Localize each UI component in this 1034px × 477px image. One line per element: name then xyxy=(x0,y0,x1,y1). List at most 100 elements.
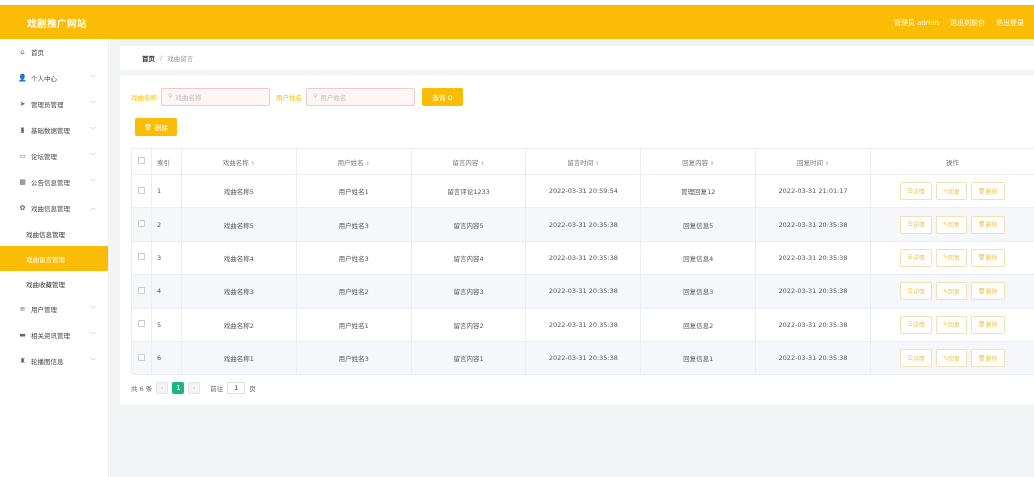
user-name-input[interactable]: ⚲ 用户姓名 xyxy=(306,87,415,106)
reply-button[interactable]: ✎ 回复 xyxy=(935,182,967,201)
row-checkbox[interactable] xyxy=(137,320,145,328)
flower-icon: ✿ xyxy=(19,204,26,212)
table-cell: 6 xyxy=(151,341,182,376)
prev-page-button[interactable]: ‹ xyxy=(156,382,169,394)
table-row: 2 戏曲名称5 用户姓名3 留言内容5 2022-03-31 20:35:38 回复信息5… xyxy=(131,207,1034,242)
table-row: 1 戏曲名称5 用户姓名1 留言评论1233 2022-03-31 20:59:54 管理… xyxy=(131,174,1034,209)
table-cell: 用户姓名3 xyxy=(296,241,412,276)
table-cell: 戏曲名称1 xyxy=(181,341,297,376)
delete-button[interactable]: 🗑 删除 xyxy=(970,182,1005,201)
bulk-delete-button[interactable]: 🗑 删除 xyxy=(135,118,177,136)
sidebar-item-1[interactable]: 👤 个人中心 ﹀ xyxy=(0,65,108,91)
goto-page-input[interactable]: 1 xyxy=(227,382,246,394)
row-checkbox[interactable] xyxy=(137,220,145,228)
sidebar-subitem-2[interactable]: 戏曲收藏管理 xyxy=(0,271,108,296)
table-cell: 留言内容2 xyxy=(411,308,527,342)
reply-button[interactable]: ✎ 回复 xyxy=(935,282,967,301)
delete-button[interactable]: 🗑 删除 xyxy=(970,215,1005,234)
query-button[interactable]: 查询 Q xyxy=(422,87,463,106)
sort-icon: ⇕ xyxy=(824,160,830,167)
page-current[interactable]: 1 xyxy=(172,382,185,394)
row-checkbox[interactable] xyxy=(137,186,145,194)
column-header[interactable]: 留言时间 ⇕ xyxy=(525,148,642,175)
sidebar-item-5[interactable]: ▦ 公告信息管理 ﹀ xyxy=(0,169,108,195)
table-cell: 3 xyxy=(151,241,182,276)
sidebar-subitem-0[interactable]: 戏曲信息管理 xyxy=(0,221,108,246)
sidebar-subitem-1[interactable]: 戏曲留言管理 xyxy=(0,246,108,271)
table-cell: 留言内容4 xyxy=(411,241,527,276)
sidebar-item-3[interactable]: ▮ 基础数据管理 ﹀ xyxy=(0,117,108,143)
sidebar-bottom-item-2[interactable]: ♜ 轮播图信息 ﹀ xyxy=(0,348,108,374)
row-checkbox[interactable] xyxy=(137,353,145,361)
table-cell: 2022-03-31 21:01:17 xyxy=(755,174,871,209)
table-row: 5 戏曲名称2 用户姓名1 留言内容2 2022-03-31 20:35:38 回复信息2… xyxy=(131,308,1034,342)
ops-cell: ☰ 详情 ✎ 回复 🗑 删除 xyxy=(870,274,1034,309)
detail-button[interactable]: ☰ 详情 xyxy=(900,282,932,301)
detail-button[interactable]: ☰ 详情 xyxy=(900,349,932,368)
reply-button[interactable]: ✎ 回复 xyxy=(935,315,967,334)
frontend-link[interactable]: 退出到前台 xyxy=(950,18,985,28)
detail-button[interactable]: ☰ 详情 xyxy=(900,182,932,201)
table-cell: 2022-03-31 20:35:38 xyxy=(755,241,871,276)
trash-icon: 🗑 xyxy=(977,287,986,295)
reply-button[interactable]: ✎ 回复 xyxy=(935,248,967,267)
table-cell: 2022-03-31 20:35:38 xyxy=(525,274,642,309)
table-cell: 戏曲名称3 xyxy=(181,274,297,309)
sidebar-bottom-item-1[interactable]: ▬ 相关资讯管理 ﹀ xyxy=(0,322,108,348)
delete-button[interactable]: 🗑 删除 xyxy=(970,248,1005,267)
delete-button[interactable]: 🗑 删除 xyxy=(970,282,1005,301)
sort-icon: ⇕ xyxy=(710,160,715,167)
chevron-icon: ﹀ xyxy=(89,153,96,160)
sidebar-item-6[interactable]: ✿ 戏曲信息管理 ︿ xyxy=(0,195,108,221)
delete-button[interactable]: 🗑 删除 xyxy=(970,349,1005,368)
ops-cell: ☰ 详情 ✎ 回复 🗑 删除 xyxy=(870,308,1034,342)
column-header[interactable]: 回复时间 ⇕ xyxy=(755,148,871,175)
column-header[interactable]: 戏曲名称 ⇕ xyxy=(181,148,297,175)
logout-link[interactable]: 退出登录 xyxy=(996,18,1024,28)
column-header[interactable]: 留言内容 ⇕ xyxy=(411,148,527,175)
menu-icon: ≡ xyxy=(19,305,26,313)
table-cell: 戏曲名称2 xyxy=(181,308,297,342)
table-cell: 管理回复12 xyxy=(640,174,757,209)
row-checkbox[interactable] xyxy=(137,253,145,261)
table-cell: 2022-03-31 20:35:38 xyxy=(755,274,871,309)
breadcrumb-home[interactable]: 首页 xyxy=(142,53,155,63)
next-page-button[interactable]: › xyxy=(188,382,201,394)
sidebar-item-0[interactable]: ⌂ 首页 xyxy=(0,39,108,65)
table-cell: 用户姓名1 xyxy=(296,174,412,209)
reply-button[interactable]: ✎ 回复 xyxy=(935,349,967,368)
row-checkbox[interactable] xyxy=(137,286,145,294)
sidebar-item-label: 轮播图信息 xyxy=(31,358,64,366)
chevron-icon: ﹀ xyxy=(89,75,96,82)
delete-button[interactable]: 🗑 删除 xyxy=(970,315,1005,334)
sidebar-item-2[interactable]: ➤ 管理员管理 ﹀ xyxy=(0,91,108,117)
row-select-cell xyxy=(131,174,152,209)
user-name-label: 用户姓名 xyxy=(276,93,302,102)
header-actions: 管理员 admin 退出到前台 退出登录 xyxy=(894,18,1024,28)
table-cell: 2022-03-31 20:35:38 xyxy=(525,241,642,276)
reply-button[interactable]: ✎ 回复 xyxy=(935,215,967,234)
ticket-icon: ♜ xyxy=(19,357,26,365)
select-all-checkbox[interactable] xyxy=(137,157,145,164)
table-row: 6 戏曲名称1 用户姓名3 留言内容1 2022-03-31 20:35:38 回复信息1… xyxy=(131,341,1034,376)
table-cell: 回复信息3 xyxy=(640,274,757,309)
table-cell: 回复信息4 xyxy=(640,241,757,276)
table-cell: 2022-03-31 20:35:38 xyxy=(525,341,642,376)
breadcrumb-current: 戏曲留言 xyxy=(167,55,194,63)
detail-button[interactable]: ☰ 详情 xyxy=(900,215,932,234)
row-select-cell xyxy=(131,274,152,309)
admin-user-label: 管理员 admin xyxy=(893,19,939,27)
message-table: 索引 戏曲名称 ⇕ 用户姓名 ⇕ 留言内容 ⇕ 留言时间 ⇕ 回复内容 ⇕ 回复时间 ⇕ 操… xyxy=(131,148,1034,376)
sort-icon: ⇕ xyxy=(250,160,255,167)
detail-button[interactable]: ☰ 详情 xyxy=(900,248,932,267)
detail-button[interactable]: ☰ 详情 xyxy=(900,315,932,334)
drama-name-input[interactable]: ⚲ 戏曲名称 xyxy=(161,87,270,106)
sidebar-bottom-item-0[interactable]: ≡ 用户管理 ﹀ xyxy=(0,296,108,322)
column-header[interactable]: 用户姓名 ⇕ xyxy=(296,148,412,175)
sidebar-item-4[interactable]: ▭ 论坛管理 ﹀ xyxy=(0,143,108,169)
column-header[interactable]: 回复内容 ⇕ xyxy=(640,148,757,175)
breadcrumb: 首页 / 戏曲留言 xyxy=(120,46,1034,70)
bulk-delete-label: 删除 xyxy=(154,124,168,132)
trash-icon: 🗑 xyxy=(977,254,986,262)
table-cell: 2022-03-31 20:35:38 xyxy=(755,341,871,376)
